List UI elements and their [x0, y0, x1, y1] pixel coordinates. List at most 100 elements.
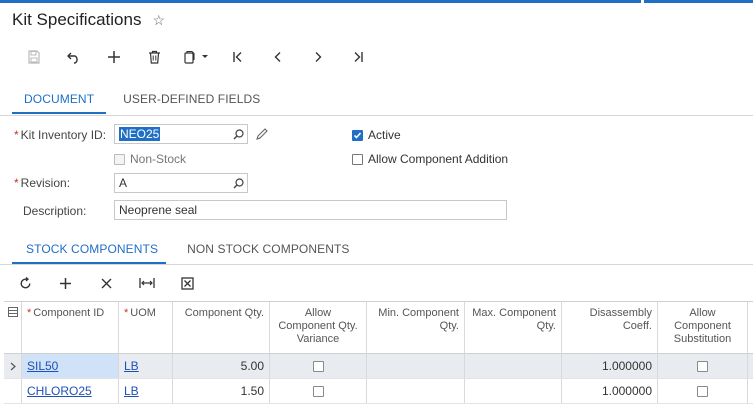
delete-button[interactable] — [134, 44, 174, 70]
col-component-qty[interactable]: Component Qty. — [173, 302, 270, 353]
first-record-button[interactable] — [218, 44, 258, 70]
non-stock-checkbox-row[interactable]: Non-Stock — [114, 152, 186, 166]
top-accent-gap — [641, 0, 644, 3]
kit-inventory-id-label: * Kit Inventory ID: — [14, 128, 107, 142]
export-to-excel-button[interactable] — [176, 272, 198, 294]
col-min-qty[interactable]: Min. Component Qty. — [367, 302, 465, 353]
main-toolbar — [14, 44, 378, 70]
max-qty-cell[interactable] — [465, 354, 562, 378]
tab-document[interactable]: DOCUMENT — [12, 86, 107, 114]
allow-component-addition-label: Allow Component Addition — [368, 152, 509, 166]
title-row: Kit Specifications ☆ — [12, 9, 165, 31]
active-label: Active — [368, 128, 401, 142]
disassembly-coeff-cell[interactable]: 1.000000 — [562, 379, 658, 403]
chevron-left-icon — [274, 52, 281, 62]
fit-width-icon — [139, 278, 155, 288]
undo-icon — [67, 52, 78, 64]
chevron-right-icon — [315, 52, 322, 62]
revision-field[interactable]: A — [114, 173, 248, 193]
refresh-icon — [20, 276, 30, 288]
uom-cell[interactable]: LB — [119, 379, 173, 403]
plus-icon — [108, 51, 120, 63]
allow-component-addition-row[interactable]: Allow Component Addition — [352, 152, 508, 166]
favorite-star-icon[interactable]: ☆ — [152, 13, 165, 27]
row-selector-header[interactable] — [4, 302, 22, 353]
next-record-button[interactable] — [298, 44, 338, 70]
component-id-cell[interactable]: SIL50 — [22, 354, 119, 378]
non-stock-label: Non-Stock — [130, 152, 187, 166]
col-allow-substitution[interactable]: Allow Component Substitution — [658, 302, 748, 353]
grid-menu-icon — [7, 307, 18, 317]
max-qty-cell[interactable] — [465, 379, 562, 403]
close-icon — [101, 278, 111, 288]
non-stock-checkbox[interactable] — [114, 153, 125, 165]
col-disassembly-coeff[interactable]: Disassembly Coeff. — [562, 302, 658, 353]
stock-components-grid: * Component ID * UOM Component Qty. Allow … — [4, 301, 753, 404]
fit-to-screen-button[interactable] — [135, 272, 159, 294]
form-tabs: DOCUMENT USER-DEFINED FIELDS — [12, 86, 272, 114]
tab-user-defined-fields[interactable]: USER-DEFINED FIELDS — [111, 86, 272, 114]
copy-paste-dropdown-button[interactable] — [174, 44, 218, 70]
excel-icon — [180, 276, 194, 290]
uom-cell[interactable]: LB — [119, 354, 173, 378]
description-value: Neoprene seal — [119, 203, 198, 217]
caret-down-icon — [202, 55, 208, 58]
plus-icon — [59, 277, 71, 289]
component-qty-cell[interactable]: 5.00 — [173, 354, 270, 378]
col-max-qty[interactable]: Max. Component Qty. — [465, 302, 562, 353]
save-button[interactable] — [14, 44, 54, 70]
add-button[interactable] — [94, 44, 134, 70]
allow-qty-variance-cell[interactable] — [270, 379, 367, 403]
min-qty-cell[interactable] — [367, 379, 465, 403]
allow-substitution-checkbox[interactable] — [697, 360, 708, 372]
allow-substitution-cell[interactable] — [658, 354, 748, 378]
description-field[interactable]: Neoprene seal — [114, 200, 507, 220]
component-qty-cell[interactable]: 1.50 — [173, 379, 270, 403]
allow-qty-variance-cell[interactable] — [270, 354, 367, 378]
last-record-button[interactable] — [338, 44, 378, 70]
refresh-button[interactable] — [14, 272, 36, 294]
grid-header-row: * Component ID * UOM Component Qty. Allow … — [4, 302, 753, 354]
table-row[interactable]: SIL50 LB 5.00 1.000000 — [4, 354, 753, 379]
checkmark-icon — [353, 131, 362, 139]
add-row-button[interactable] — [54, 272, 76, 294]
component-id-cell[interactable]: CHLORO25 — [22, 379, 119, 403]
trash-icon — [148, 50, 160, 64]
active-checkbox[interactable] — [352, 129, 363, 141]
search-icon[interactable] — [229, 125, 247, 143]
kit-inventory-id-value: NEO25 — [119, 127, 161, 141]
tab-non-stock-components[interactable]: NON STOCK COMPONENTS — [175, 236, 361, 264]
description-label: Description: — [23, 204, 87, 218]
undo-button[interactable] — [54, 44, 94, 70]
allow-qty-variance-checkbox[interactable] — [312, 360, 324, 372]
row-pointer-icon — [4, 354, 22, 378]
allow-qty-variance-checkbox[interactable] — [312, 385, 324, 397]
allow-component-addition-checkbox[interactable] — [352, 153, 363, 165]
previous-record-button[interactable] — [258, 44, 298, 70]
min-qty-cell[interactable] — [367, 354, 465, 378]
disassembly-coeff-cell[interactable]: 1.000000 — [562, 354, 658, 378]
table-row[interactable]: CHLORO25 LB 1.50 1.000000 — [4, 379, 753, 404]
delete-row-button[interactable] — [95, 272, 117, 294]
revision-value: A — [119, 176, 128, 190]
col-component-id[interactable]: * Component ID — [22, 302, 119, 353]
grid-toolbar — [14, 272, 198, 294]
search-icon[interactable] — [229, 174, 247, 192]
active-checkbox-row[interactable]: Active — [352, 128, 401, 142]
tab-stock-components[interactable]: STOCK COMPONENTS — [12, 236, 167, 264]
row-selector[interactable] — [4, 379, 22, 403]
first-icon — [233, 52, 242, 62]
subtabs-divider — [0, 264, 753, 265]
kit-inventory-id-field[interactable]: NEO25 — [114, 124, 248, 144]
allow-substitution-checkbox[interactable] — [697, 385, 708, 397]
save-icon — [28, 50, 40, 64]
allow-substitution-cell[interactable] — [658, 379, 748, 403]
col-allow-qty-variance[interactable]: Allow Component Qty. Variance — [270, 302, 367, 353]
clipboard-icon — [184, 50, 195, 64]
last-icon — [354, 52, 363, 62]
component-tabs: STOCK COMPONENTS NON STOCK COMPONENTS — [12, 236, 362, 264]
edit-pencil-icon[interactable] — [254, 126, 270, 142]
tabs-divider — [0, 115, 753, 116]
revision-label: * Revision: — [14, 176, 71, 190]
col-uom[interactable]: * UOM — [119, 302, 173, 353]
